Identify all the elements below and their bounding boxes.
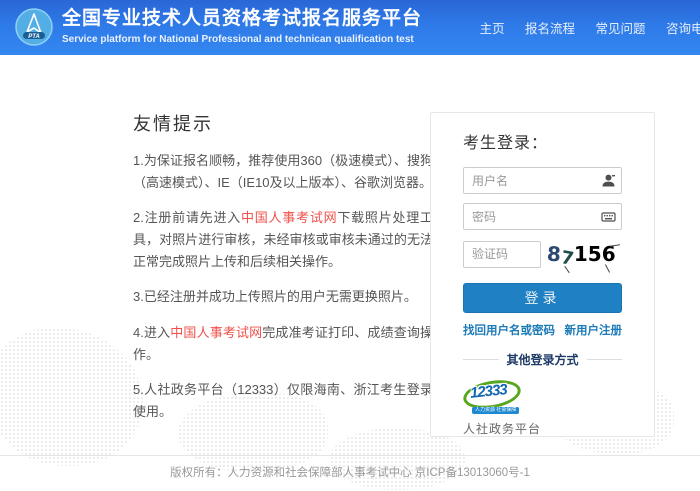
page-title: 全国专业技术人员资格考试报名服务平台 [62,7,422,31]
captcha-digit: 1 [574,239,588,269]
keyboard-icon [601,209,616,224]
tip-item-5: 5.人社政务平台（12333）仅限海南、浙江考生登录使用。 [133,379,433,423]
forgot-credentials-link[interactable]: 找回用户名或密码 [463,322,555,338]
username-field-group [463,167,622,194]
world-map-watermark [330,428,465,490]
candidate-login-panel: 考生登录： [430,112,655,437]
tip-item-3: 3.已经注册并成功上传照片的用户无需更换照片。 [133,286,433,308]
nav-registration-process[interactable]: 报名流程 [525,22,575,36]
nav-faq[interactable]: 常见问题 [596,22,646,36]
password-field-group [463,203,622,230]
other-login-divider: 其他登录方式 [463,351,622,368]
tip-text: 2.注册前请先进入 [133,210,241,225]
tip-item-4: 4.进入中国人事考试网完成准考证打印、成绩查询操作。 [133,322,433,366]
password-input[interactable] [463,203,622,230]
tip-item-1: 1.为保证报名顺畅，推荐使用360（极速模式）、搜狗（高速模式）、IE（IE10… [133,150,433,194]
cpta-site-link[interactable]: 中国人事考试网 [241,210,337,225]
nav-home[interactable]: 主页 [480,22,505,36]
footer-copyright: 版权所有：人力资源和社会保障部人事考试中心 京ICP备13013060号-1 [0,464,700,480]
cpta-site-link[interactable]: 中国人事考试网 [170,325,262,340]
user-icon [601,173,616,188]
captcha-row: 87156 [463,239,622,269]
username-input[interactable] [463,167,622,194]
divider-line [587,359,623,360]
tips-heading: 友情提示 [133,110,433,136]
login-button[interactable]: 登录 [463,283,622,313]
captcha-field-group [463,241,541,268]
svg-text:PTA: PTA [28,34,40,40]
nav-consult-phone[interactable]: 咨询电话 [666,22,700,36]
tip-item-2: 2.注册前请先进入中国人事考试网下载照片处理工具，对照片进行审核，未经审核或审核… [133,207,433,273]
other-login-label: 其他登录方式 [499,351,587,368]
world-map-watermark [0,328,143,466]
friendly-tips-section: 友情提示 1.为保证报名顺畅，推荐使用360（极速模式）、搜狗（高速模式）、IE… [133,110,433,436]
captcha-image[interactable]: 87156 [541,239,622,269]
pta-logo-icon: PTA [15,8,53,46]
tip-text: 4.进入 [133,325,170,340]
tip-text: 3.已经注册并成功上传照片的用户无需更换照片。 [133,289,417,304]
footer-divider [0,455,700,456]
page-subtitle: Service platform for National Profession… [62,34,422,45]
tip-text: 1.为保证报名顺畅，推荐使用360（极速模式）、搜狗（高速模式）、IE（IE10… [133,153,433,190]
login-heading: 考生登录： [463,129,622,153]
login-links-row: 找回用户名或密码 新用户注册 [463,322,622,338]
new-user-register-link[interactable]: 新用户注册 [565,322,623,338]
captcha-digit: 5 [588,239,602,269]
captcha-input[interactable] [463,241,541,268]
header-nav: 主页 报名流程 常见问题 咨询电话 [464,18,700,38]
logo-12333-band: 人力资源 社会保障 [472,407,519,414]
tip-text: 5.人社政务平台（12333）仅限海南、浙江考生登录使用。 [133,382,433,419]
mohrss-12333-logo[interactable]: 12333 人力资源 社会保障 [463,378,527,418]
platform-caption: 人社政务平台 [463,420,622,437]
divider-line [463,359,499,360]
app-header: PTA 全国专业技术人员资格考试报名服务平台 Service platform … [0,0,700,55]
captcha-digit: 6 [602,239,616,269]
